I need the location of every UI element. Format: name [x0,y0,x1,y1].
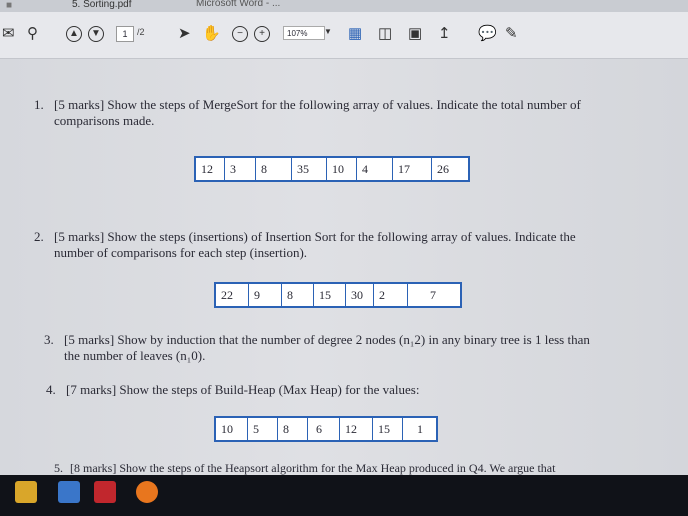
array-cell: 10 [216,418,248,440]
pdf-page: 1. [5 marks] Show the steps of MergeSort… [0,59,688,475]
array-cell: 1 [417,422,423,436]
question-2: 2. [5 marks] Show the steps (insertions)… [34,229,684,263]
array-cell: 35 [292,158,327,180]
read-mode-icon[interactable]: ↥ [438,26,451,42]
other-window-title[interactable]: Microsoft Word - ... [196,0,280,9]
array-cell: 15 [373,418,403,440]
firefox-icon[interactable] [136,481,158,503]
title-bar: ■ 5. Sorting.pdf Microsoft Word - ... [0,0,688,12]
question-5: 5. [8 marks] Show the steps of the Heaps… [54,460,684,475]
array-cell: 9 [249,284,282,306]
zoom-select[interactable]: 107% [283,26,325,40]
array-cell: 5 [248,418,278,440]
zoom-out-icon[interactable]: − [232,26,248,42]
array-cell: 15 [314,284,346,306]
taskbar [0,475,688,516]
array-cell: 26 [437,162,449,176]
array-cell: 7 [430,288,436,302]
question-number: 1. [34,97,44,112]
rotate-view-icon[interactable]: ◫ [378,26,392,42]
file-explorer-icon[interactable] [15,481,37,503]
array-q1: 12 3 8 35 10 4 17 26 [194,156,470,182]
array-cell: 8 [282,284,314,306]
question-text: [7 marks] Show the steps of Build-Heap (… [66,382,420,397]
pdf-toolbar: ✉ ⚲ ▲ ▼ 1 /2 ➤ ✋ − + 107% ▼ ▦ ◫ ▣ ↥ 💬 ✎ [0,12,688,59]
question-1: 1. [5 marks] Show the steps of MergeSort… [34,97,684,131]
array-cell: 22 [216,284,249,306]
array-cell: 17 [393,158,432,180]
store-icon[interactable] [58,481,80,503]
array-cell: 10 [327,158,357,180]
chevron-down-icon[interactable]: ▼ [324,27,332,36]
zoom-in-icon[interactable]: + [254,26,270,42]
array-cell: 8 [256,158,292,180]
acrobat-icon[interactable] [94,481,116,503]
next-page-icon[interactable]: ▼ [88,26,104,42]
array-cell: 8 [278,418,308,440]
question-text: [5 marks] Show the steps (insertions) of… [54,229,576,260]
comment-icon[interactable]: 💬 [478,26,497,42]
question-number: 4. [46,382,56,397]
question-number: 3. [44,332,54,347]
page-number-input[interactable]: 1 [116,26,134,42]
question-text: [8 marks] Show the steps of the Heapsort… [70,461,556,475]
array-cell: 12 [340,418,373,440]
array-cell: 4 [357,158,393,180]
select-cursor-icon[interactable]: ➤ [178,26,191,42]
question-number: 5. [54,461,63,475]
pencil-icon[interactable]: ✎ [505,26,518,42]
email-icon[interactable]: ✉ [2,26,15,42]
array-q4: 10 5 8 6 12 15 1 [214,416,438,442]
pdf-app-icon: ■ [6,0,13,11]
window-title[interactable]: 5. Sorting.pdf [72,0,131,10]
search-icon[interactable]: ⚲ [27,26,38,42]
full-screen-icon[interactable]: ▣ [408,26,422,42]
question-3: 3. [5 marks] Show by induction that the … [44,332,684,366]
question-4: 4. [7 marks] Show the steps of Build-Hea… [46,382,686,400]
array-cell: 30 [346,284,374,306]
previous-page-icon[interactable]: ▲ [66,26,82,42]
question-text: [5 marks] Show the steps of MergeSort fo… [54,97,581,128]
array-cell: 12 [196,158,225,180]
array-cell: 3 [225,158,256,180]
array-cell: 6 [308,418,340,440]
array-q2: 22 9 8 15 30 2 7 [214,282,462,308]
array-cell: 2 [374,284,408,306]
fit-page-icon[interactable]: ▦ [348,26,362,42]
hand-tool-icon[interactable]: ✋ [202,26,221,42]
question-text: [5 marks] Show by induction that the num… [64,332,590,363]
question-number: 2. [34,229,44,244]
page-total: /2 [137,27,145,37]
